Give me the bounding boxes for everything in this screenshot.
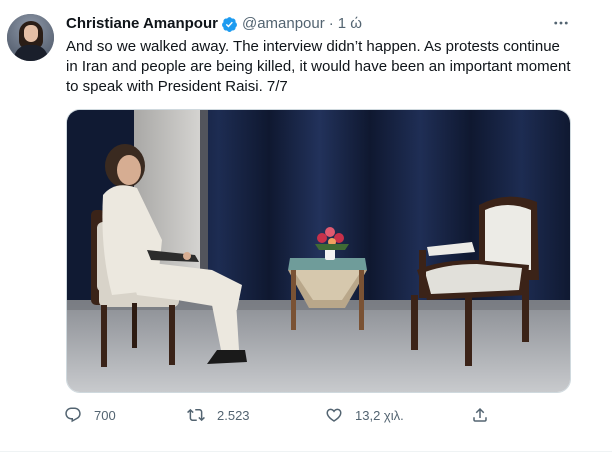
more-options-icon [554, 21, 568, 25]
author-handle[interactable]: @amanpour [242, 15, 325, 33]
reply-button[interactable]: 700 [64, 404, 116, 426]
reply-icon [65, 407, 81, 423]
retweet-count: 2.523 [217, 407, 250, 423]
avatar-face [24, 25, 38, 42]
tweet-header: Christiane Amanpour @amanpour · 1 ώ [66, 15, 362, 33]
floor [67, 300, 570, 392]
like-count: 13,2 χιλ. [355, 407, 404, 423]
retweet-icon [187, 408, 205, 422]
tweet-timestamp[interactable]: 1 ώ [338, 15, 362, 33]
verified-badge-icon [222, 16, 237, 32]
avatar[interactable] [7, 14, 54, 61]
like-button[interactable]: 13,2 χιλ. [325, 404, 404, 426]
interview-room-photo [67, 110, 570, 392]
tweet[interactable]: Christiane Amanpour @amanpour · 1 ώ And … [0, 0, 612, 452]
tweet-text-line: in Iran and people are being killed, it … [66, 58, 571, 75]
more-options-button[interactable] [548, 12, 574, 34]
avatar-body [14, 45, 48, 61]
tweet-text: And so we walked away. The interview did… [66, 37, 586, 97]
retweet-button[interactable]: 2.523 [187, 404, 250, 426]
tweet-photo[interactable] [66, 109, 571, 393]
author-name[interactable]: Christiane Amanpour [66, 15, 218, 33]
share-button[interactable] [471, 404, 489, 426]
share-icon [473, 407, 487, 422]
tweet-actions: 700 2.523 13,2 χιλ. [56, 404, 576, 428]
heart-icon [326, 408, 342, 422]
tweet-text-line: And so we walked away. The interview did… [66, 38, 560, 55]
separator-dot: · [328, 15, 334, 32]
tweet-text-line: to speak with President Raisi. 7/7 [66, 78, 288, 95]
reply-count: 700 [94, 407, 116, 423]
